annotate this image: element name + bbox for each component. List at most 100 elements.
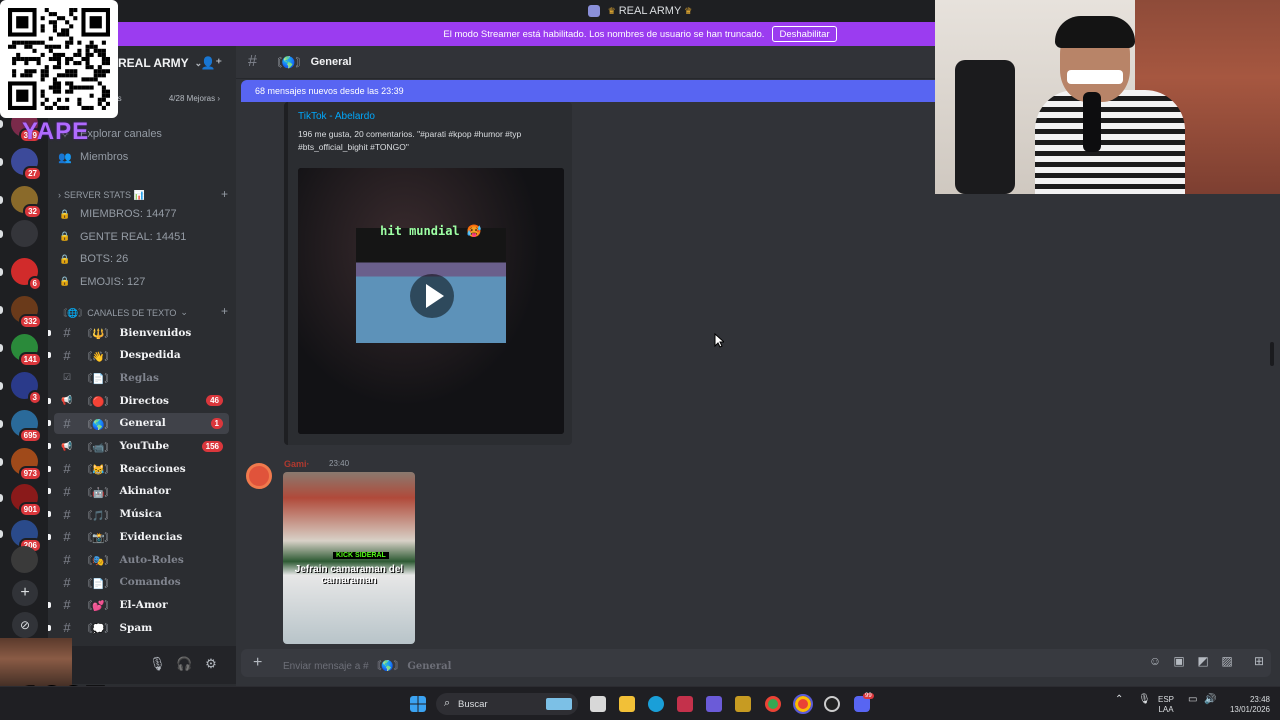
sidebar-item-members[interactable]: 👥 Miembros [56, 146, 228, 168]
hash-icon: # [63, 347, 71, 363]
message-image[interactable]: KICK SIDERAL Jefrain camaraman del camar… [283, 472, 415, 644]
new-messages-bar[interactable]: 68 mensajes nuevos desde las 23:39 [241, 80, 941, 102]
composer-placeholder[interactable]: Enviar mensaje a # 〘🌎〙 General [283, 657, 451, 672]
message-author[interactable]: Gami· [284, 459, 310, 469]
clock[interactable]: 23:48 13/01/2026 [1226, 695, 1270, 715]
add-channel-icon[interactable]: + [221, 304, 228, 318]
channel-emoji: 〘🎭〙 [82, 556, 115, 567]
server-icon[interactable]: 206 [11, 520, 42, 553]
channel-youtube[interactable]: 📢 〘📹〙 YouTube 156 [48, 436, 229, 457]
channel-comandos[interactable]: # 〘📄〙 Comandos [54, 572, 229, 593]
channel-directos[interactable]: 📢 〘🔴〙 Directos 46 [48, 390, 229, 411]
mention-badge: 332 [18, 314, 42, 329]
server-icon[interactable]: 27 [11, 148, 42, 181]
image-icon[interactable]: ▨ [1218, 654, 1236, 668]
channel-reglas[interactable]: ☑ 〘📄〙 Reglas [54, 367, 229, 388]
copilot-icon[interactable] [706, 696, 722, 712]
category-label: 〘🌐〙CANALES DE TEXTO [58, 307, 177, 318]
channel-evidencias[interactable]: # 〘📸〙 Evidencias [48, 526, 229, 547]
server-icon[interactable]: 141 [11, 334, 42, 367]
server-icon[interactable]: 332 [11, 296, 42, 329]
server-icon[interactable]: 973 [11, 448, 42, 481]
server-icon[interactable]: 32 [11, 186, 42, 219]
channel-name: Reglas [119, 371, 159, 384]
channel-spam[interactable]: # 〘💭〙 Spam [48, 617, 229, 638]
gif-icon[interactable]: ▣ [1170, 654, 1188, 668]
microphone-tray-icon[interactable]: 🎙 [1138, 695, 1151, 705]
sticker-icon[interactable]: ◩ [1194, 654, 1212, 668]
rules-icon: ☑ [62, 372, 72, 383]
add-attachment-icon[interactable]: + [253, 654, 262, 672]
discover-icon[interactable]: ⊘ [12, 612, 38, 638]
chat-scrollbar[interactable] [1270, 342, 1274, 366]
lock-icon: 🔒 [59, 208, 71, 219]
channel-música[interactable]: # 〘🎵〙 Música [48, 504, 229, 525]
play-icon[interactable] [410, 274, 454, 318]
category-server-stats[interactable]: › SERVER STATS 📊 + [58, 187, 228, 202]
obs-icon[interactable] [824, 696, 840, 712]
stats-channel[interactable]: 🔒 GENTE REAL: 14451 [56, 226, 228, 248]
lock-icon: 🔒 [59, 253, 71, 264]
announcement-icon: 📢 [61, 440, 73, 451]
volume-icon[interactable]: 🔊 [1204, 695, 1216, 705]
network-icon[interactable]: ▭ [1188, 695, 1197, 705]
channel-general[interactable]: # 〘🌎〙 General 1 [48, 412, 229, 434]
file-explorer-icon[interactable] [619, 696, 635, 712]
channel-emoji: 〘📄〙 [82, 578, 115, 590]
gift-icon[interactable]: ⊞ [1250, 654, 1268, 668]
app-icon[interactable] [677, 696, 693, 712]
chevron-up-icon[interactable]: ⌃ [1115, 695, 1123, 705]
image-text-kick: KICK SIDERAL [333, 552, 389, 559]
server-icon[interactable] [11, 546, 38, 573]
stats-channel-label: BOTS: 26 [80, 253, 129, 265]
invite-people-icon[interactable]: 👤⁺ [201, 56, 222, 70]
stats-channel-label: EMOJIS: 127 [80, 275, 146, 288]
channel-akinator[interactable]: # 〘🤖〙 Akinator [48, 481, 229, 502]
message-timestamp: 23:40 [329, 459, 350, 468]
avatar[interactable] [246, 463, 272, 489]
unread-count-badge: 46 [206, 395, 223, 407]
unread-indicator [48, 511, 51, 518]
chrome-icon[interactable] [765, 696, 781, 712]
embed-provider-link[interactable]: TikTok - Abelardo [298, 111, 375, 122]
category-text-channels[interactable]: 〘🌐〙CANALES DE TEXTO ⌄ + [58, 304, 228, 319]
add-channel-icon[interactable]: + [221, 187, 228, 201]
edge-icon[interactable] [648, 696, 664, 712]
stats-channel[interactable]: 🔒 EMOJIS: 127 [56, 271, 228, 293]
stats-channel[interactable]: 🔒 MIEMBROS: 14477 [56, 203, 228, 225]
windows-start-icon[interactable] [410, 696, 426, 712]
game-app-icon[interactable] [735, 696, 751, 712]
message-composer[interactable]: + Enviar mensaje a # 〘🌎〙 General ☺ ▣ ◩ ▨… [241, 649, 1271, 677]
emoji-icon[interactable]: ☺ [1146, 654, 1164, 668]
server-icon[interactable]: 3 [11, 372, 42, 405]
microphone-icon[interactable]: 🎙 [149, 656, 166, 672]
channel-auto-roles[interactable]: # 〘🎭〙 Auto-Roles [54, 549, 229, 570]
language-indicator[interactable]: ESP LAA [1158, 695, 1174, 715]
server-icon[interactable]: 6 [11, 258, 42, 291]
add-server-icon[interactable]: + [12, 580, 38, 606]
server-icon[interactable]: 695 [11, 410, 42, 443]
server-name: REAL ARMY [118, 56, 189, 70]
unread-pill [0, 268, 3, 276]
disable-streamer-mode-button[interactable]: Deshabilitar [772, 26, 837, 42]
gear-icon[interactable]: ⚙ [203, 656, 219, 672]
hash-icon: # [63, 325, 71, 340]
channel-bienvenidos[interactable]: # 〘🔱〙 Bienvenidos [48, 322, 229, 343]
headphones-icon[interactable]: 🎧 [176, 656, 192, 672]
task-view-icon[interactable] [590, 696, 606, 712]
server-icon[interactable] [11, 220, 38, 247]
taskbar-search[interactable]: ⌕ Buscar [436, 693, 578, 715]
server-icon[interactable]: 901 [11, 484, 42, 517]
unread-indicator [48, 624, 51, 631]
channel-despedida[interactable]: # 〘👋〙 Despedida [48, 345, 229, 366]
chrome-active-icon[interactable] [793, 694, 813, 714]
channel-reacciones[interactable]: # 〘😹〙 Reacciones [48, 458, 229, 479]
channel-name: Bienvenidos [119, 326, 192, 339]
channel-el-amor[interactable]: # 〘💕〙 El-Amor [48, 594, 229, 615]
channel-name: Música [119, 508, 162, 521]
boost-count-text: 4/28 Mejoras [168, 94, 216, 103]
boost-count: 4/28 Mejoras › [168, 94, 220, 103]
channel-name: YouTube [119, 440, 170, 452]
embed-video[interactable]: hit mundial 🥵 [298, 168, 564, 434]
stats-channel[interactable]: 🔒 BOTS: 26 [56, 248, 228, 270]
